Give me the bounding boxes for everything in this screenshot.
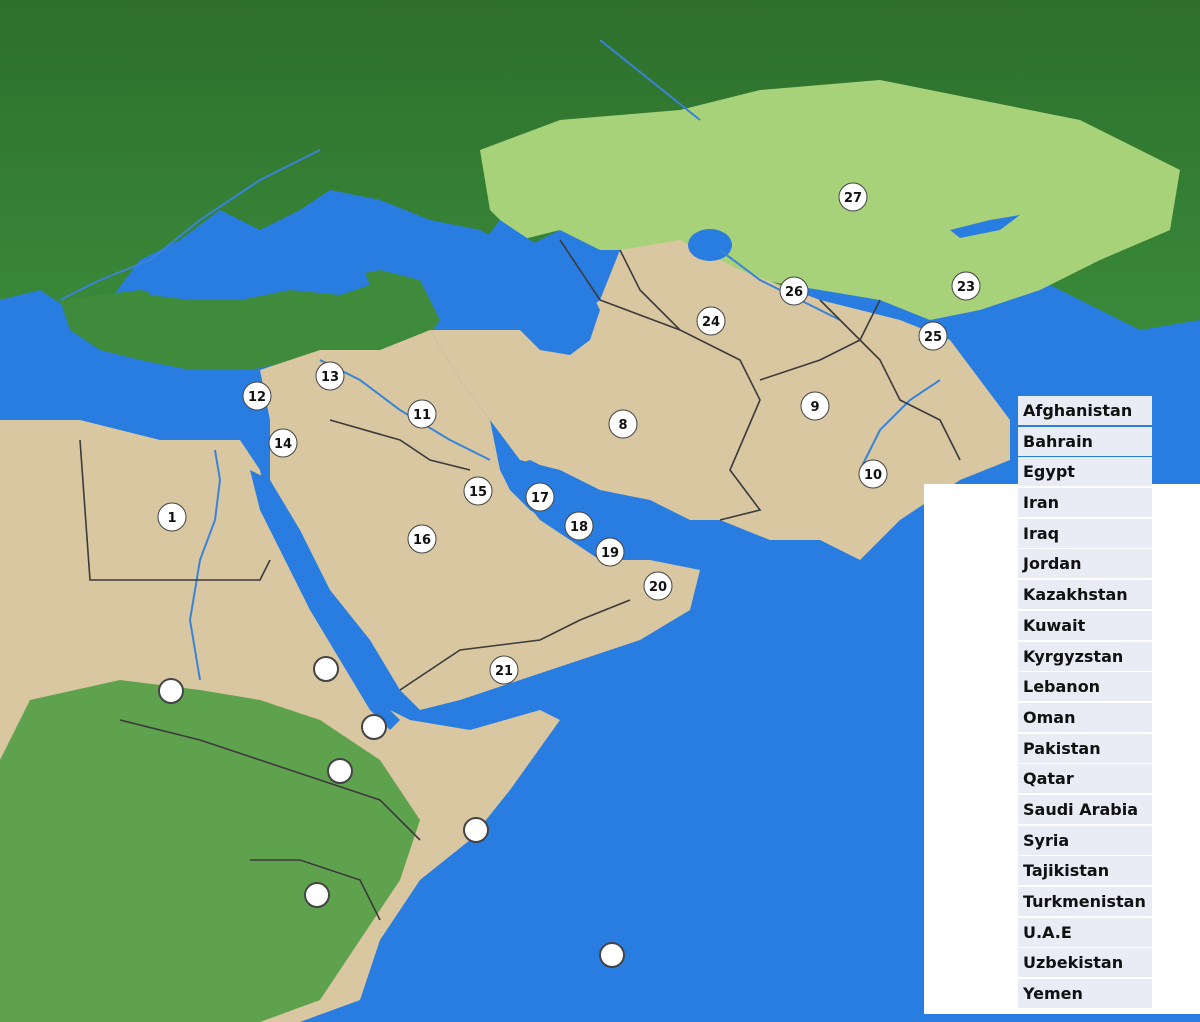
- legend-item: Uzbekistan: [1018, 948, 1152, 978]
- map-marker-label: 21: [495, 664, 513, 679]
- legend-item: Syria: [1018, 825, 1152, 855]
- legend-item: Jordan: [1018, 549, 1152, 579]
- map-marker: 9: [800, 391, 830, 421]
- map-marker: 16: [407, 524, 437, 554]
- map-marker-label: 14: [274, 437, 292, 452]
- legend-item: U.A.E: [1018, 917, 1152, 947]
- map-marker-unlabeled: [304, 882, 330, 908]
- map-marker: 27: [838, 182, 868, 212]
- map-marker: 24: [696, 306, 726, 336]
- map-marker: 25: [918, 321, 948, 351]
- map-marker-label: 19: [601, 546, 619, 561]
- map-marker-unlabeled: [158, 678, 184, 704]
- map-marker-unlabeled: [327, 758, 353, 784]
- map-marker-label: 17: [531, 491, 549, 506]
- map-marker: 21: [489, 655, 519, 685]
- legend-item: Iran: [1018, 488, 1152, 518]
- legend-item: Kazakhstan: [1018, 580, 1152, 610]
- legend-item: Pakistan: [1018, 733, 1152, 763]
- map-marker: 26: [779, 276, 809, 306]
- map-marker: 14: [268, 428, 298, 458]
- map-marker-label: 18: [570, 520, 588, 535]
- map-marker-unlabeled: [463, 817, 489, 843]
- legend-item: Qatar: [1018, 764, 1152, 794]
- map-marker: 23: [951, 271, 981, 301]
- map-marker-label: 9: [810, 400, 819, 415]
- map-marker-label: 11: [413, 408, 431, 423]
- map-marker-label: 27: [844, 191, 862, 206]
- map-marker: 11: [407, 399, 437, 429]
- map-marker: 20: [643, 571, 673, 601]
- map-marker-unlabeled: [313, 656, 339, 682]
- map-marker-label: 10: [864, 468, 882, 483]
- map-marker-label: 24: [702, 315, 720, 330]
- map-marker: 1: [157, 502, 187, 532]
- map-marker-label: 16: [413, 533, 431, 548]
- map-marker: 12: [242, 381, 272, 411]
- map-marker-label: 1: [167, 511, 176, 526]
- legend-item: Afghanistan: [1018, 396, 1152, 425]
- legend-item: Iraq: [1018, 518, 1152, 548]
- legend: Afghanistan Bahrain Egypt Iran Iraq Jord…: [1018, 396, 1152, 1010]
- legend-item: Bahrain: [1018, 426, 1152, 456]
- map-marker-label: 8: [618, 418, 627, 433]
- legend-item: Oman: [1018, 702, 1152, 732]
- legend-item: Lebanon: [1018, 672, 1152, 702]
- map-marker-label: 25: [924, 330, 942, 345]
- map-marker-label: 12: [248, 390, 266, 405]
- legend-item: Saudi Arabia: [1018, 794, 1152, 824]
- legend-item: Kuwait: [1018, 610, 1152, 640]
- map-marker-label: 26: [785, 285, 803, 300]
- legend-item: Kyrgyzstan: [1018, 641, 1152, 671]
- map: 1 8 9 10 11 12 13 14 15 16 17 18 19 20 2…: [0, 0, 1200, 1022]
- map-marker: 19: [595, 537, 625, 567]
- map-marker-unlabeled: [599, 942, 625, 968]
- map-marker: 13: [315, 361, 345, 391]
- legend-item: Tajikistan: [1018, 856, 1152, 886]
- map-marker: 18: [564, 511, 594, 541]
- map-marker: 10: [858, 459, 888, 489]
- map-marker-label: 15: [469, 485, 487, 500]
- map-marker-label: 23: [957, 280, 975, 295]
- map-marker: 15: [463, 476, 493, 506]
- map-marker-label: 20: [649, 580, 667, 595]
- legend-item: Turkmenistan: [1018, 887, 1152, 916]
- aral-sea: [688, 229, 732, 261]
- legend-item: Yemen: [1018, 979, 1152, 1009]
- legend-item: Egypt: [1018, 457, 1152, 487]
- map-marker-unlabeled: [361, 714, 387, 740]
- map-marker: 17: [525, 482, 555, 512]
- map-marker-label: 13: [321, 370, 339, 385]
- map-marker: 8: [608, 409, 638, 439]
